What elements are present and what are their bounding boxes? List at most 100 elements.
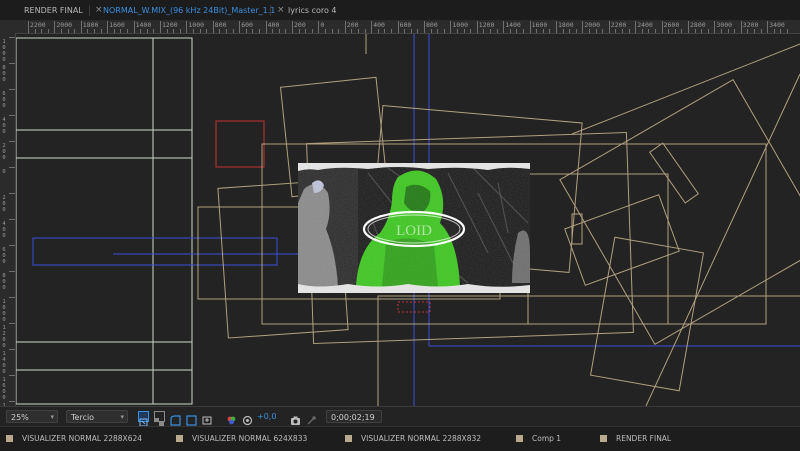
guides-icon[interactable] (186, 411, 197, 426)
color-channels-icon[interactable] (226, 411, 237, 425)
ruler-minor-tick (285, 29, 287, 33)
layer-color-swatch (6, 435, 13, 442)
tab-divider (89, 5, 90, 16)
ruler-label: 2600 (663, 21, 680, 29)
ruler-minor-tick (648, 29, 650, 33)
layer-color-swatch (345, 435, 352, 442)
horizontal-ruler[interactable]: 2200 2000 1800 1600 1400 1200 1000 800 600 400 200… (0, 20, 800, 34)
exposure-value[interactable]: +0,0 (257, 412, 276, 421)
ruler-label: 1400 (505, 21, 521, 29)
layer-item[interactable]: VISUALIZER NORMAL 2288X832 (345, 433, 481, 445)
tab-divider (270, 5, 271, 16)
ruler-minor-tick (410, 29, 412, 33)
ruler-label: 0 (320, 21, 325, 29)
ruler-minor-tick (331, 29, 333, 33)
layer-item[interactable]: VISUALIZER NORMAL 2288X624 (6, 433, 142, 445)
ruler-minor-tick (430, 29, 432, 33)
show-snapshot-icon[interactable] (306, 411, 317, 425)
ruler-minor-tick (305, 29, 307, 33)
ruler-tick (133, 21, 135, 33)
ruler-minor-tick (483, 29, 485, 33)
ruler-tick (344, 21, 346, 33)
ruler-minor-tick (127, 29, 128, 33)
ruler-tick (9, 167, 15, 168)
ruler-minor-tick (94, 29, 95, 33)
ruler-minor-tick (206, 29, 208, 33)
ruler-label: 0 (2, 169, 6, 175)
3d-view-icon[interactable] (202, 411, 213, 425)
ruler-minor-tick (140, 29, 142, 33)
ruler-tick (9, 219, 15, 220)
ruler-tick (397, 21, 399, 33)
ruler-minor-tick (351, 29, 353, 33)
ruler-tick (107, 21, 109, 33)
close-tab-icon[interactable]: × (95, 0, 103, 20)
ruler-minor-tick (727, 29, 729, 33)
ruler-minor-tick (74, 29, 76, 33)
ruler-tick (265, 21, 267, 33)
ruler-minor-tick (701, 29, 703, 33)
ruler-minor-tick (628, 29, 630, 33)
ruler-label: 1400 (135, 21, 152, 29)
ruler-minor-tick (615, 29, 617, 33)
ruler-label: 600 (399, 21, 412, 29)
ruler-label: 200 (346, 21, 359, 29)
tab-render-final[interactable]: RENDER FINAL (24, 0, 83, 20)
composition-viewer[interactable]: LOID (16, 34, 800, 406)
region-of-interest-icon[interactable] (138, 411, 149, 427)
ruler-minor-tick (773, 29, 775, 33)
ruler-tick (9, 37, 15, 38)
current-time-field[interactable]: 0;00;02;19 (326, 410, 382, 423)
ruler-minor-tick (113, 29, 115, 33)
ruler-label: 3400 (769, 21, 785, 29)
ruler-minor-tick (641, 29, 643, 33)
snapshot-icon[interactable] (290, 411, 301, 425)
ruler-minor-tick (311, 29, 313, 33)
tab-lyrics-coro-4[interactable]: lyrics coro 4 (288, 0, 337, 20)
ruler-minor-tick (34, 29, 36, 33)
ruler-tick (9, 89, 15, 90)
tab-normal-w-mix[interactable]: NORMAL_W.MIX_(96 kHz 24Bit)_Master_1.1 (103, 0, 275, 20)
ruler-minor-tick (681, 29, 683, 33)
close-tab-icon[interactable]: × (277, 0, 285, 20)
ruler-tick (556, 21, 557, 33)
ruler-tick (635, 21, 637, 33)
ruler-tick (9, 401, 15, 402)
guide-blue-rect[interactable] (32, 237, 278, 266)
ruler-minor-tick (61, 29, 62, 33)
magnification-dropdown[interactable]: 25% ▾ (6, 410, 58, 423)
ruler-minor-tick (549, 29, 551, 33)
ruler-label: 1200 (478, 21, 495, 29)
ruler-minor-tick (384, 29, 386, 33)
ruler-minor-tick (589, 29, 590, 33)
layer-bounds-visualizer-624[interactable] (16, 37, 193, 405)
layer-item[interactable]: RENDER FINAL (600, 433, 671, 445)
layer-color-swatch (176, 435, 183, 442)
ruler-minor-tick (655, 29, 656, 33)
composition-frame[interactable]: LOID (298, 163, 530, 293)
resolution-dropdown[interactable]: Tercio ▾ (66, 410, 128, 423)
ruler-tick (9, 271, 15, 272)
ruler-minor-tick (457, 29, 458, 33)
ruler-minor-tick (668, 29, 670, 33)
mask-visibility-icon[interactable] (170, 411, 181, 426)
ruler-label: 1800 (82, 21, 99, 29)
ruler-minor-tick (404, 29, 406, 33)
ruler-label: 600 (2, 247, 6, 265)
ruler-tick (740, 21, 742, 33)
ruler-minor-tick (259, 29, 260, 33)
exposure-reset-icon[interactable] (242, 411, 253, 426)
ruler-label: 200 (294, 21, 306, 29)
layer-item[interactable]: Comp 1 (516, 433, 561, 445)
vertical-ruler[interactable]: 1000 800 600 400 200 0 200 400 600 800 1000 1200 140… (0, 33, 16, 406)
ruler-label: 2000 (584, 21, 601, 29)
ruler-tick (371, 21, 373, 33)
layer-item[interactable]: VISUALIZER NORMAL 624X833 (176, 433, 307, 445)
ruler-minor-tick (252, 29, 254, 33)
selected-layer-bounds[interactable] (215, 120, 265, 168)
ruler-minor-tick (463, 29, 465, 33)
ruler-label: 1000 (2, 39, 6, 63)
transparency-grid-icon[interactable] (154, 411, 165, 427)
ruler-minor-tick (496, 29, 498, 33)
ruler-minor-tick (100, 29, 102, 33)
